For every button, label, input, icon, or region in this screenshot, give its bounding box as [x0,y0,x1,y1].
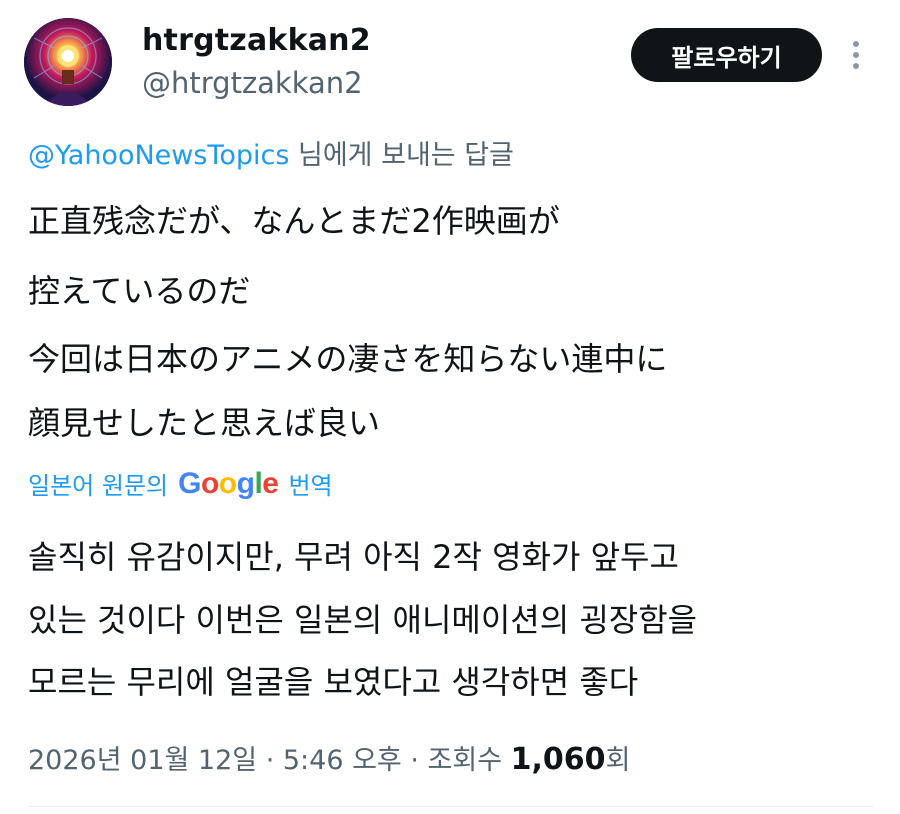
tweet-original-line: 今回は日本のアニメの凄さを知らない連中に [28,340,668,378]
views-count[interactable]: 1,060 [511,742,606,777]
tweet-date[interactable]: 2026년 01월 12일 [28,745,257,776]
google-logo-letter: o [218,466,237,500]
author-display-name[interactable]: htrgtzakkan2 [142,23,371,58]
translation-suffix: 번역 [288,472,333,500]
translation-prefix: 일본어 원문의 [28,472,169,500]
tweet-detail: htrgtzakkan2 @htrgtzakkan2 팔로우하기 @YahooN… [0,0,900,814]
tweet-translation-line: 모르는 무리에 얼굴을 보였다고 생각하면 좋다 [28,663,639,701]
more-vertical-icon[interactable] [842,38,870,72]
follow-button[interactable]: 팔로우하기 [631,28,822,82]
google-logo-letter: e [262,466,279,500]
meta-separator: · [257,745,283,776]
author-handle[interactable]: @htrgtzakkan2 [142,66,363,100]
glowing-lantern-avatar-icon [24,18,112,106]
divider [28,806,874,807]
tweet-meta: 2026년 01월 12일 · 5:46 오후 · 조회수 1,060회 [28,738,630,777]
reply-mention-link[interactable]: @YahooNewsTopics [28,140,289,171]
google-logo-letter: g [236,466,255,500]
reply-context-label: 님에게 보내는 답글 [298,140,514,171]
tweet-translation-line: 솔직히 유감이지만, 무려 아직 2작 영화가 앞두고 [28,538,679,576]
meta-separator: · [401,745,428,776]
google-logo-letter: o [200,466,219,500]
tweet-original-line: 正直残念だが、なんとまだ2作映画が [28,202,560,240]
google-logo: Google [178,466,279,501]
translation-attribution[interactable]: 일본어 원문의 Google 번역 [28,466,333,501]
google-logo-letter: G [178,466,201,500]
views-unit: 회 [605,745,631,776]
tweet-translation-line: 있는 것이다 이번은 일본의 애니메이션의 굉장함을 [28,601,698,639]
tweet-original-line: 控えているのだ [28,272,251,310]
avatar[interactable] [24,18,112,106]
tweet-time[interactable]: 5:46 오후 [283,745,402,776]
reply-context: @YahooNewsTopics 님에게 보내는 답글 [28,133,514,172]
tweet-original-line: 顔見せしたと思えば良い [28,404,381,442]
views-label: 조회수 [427,745,503,776]
